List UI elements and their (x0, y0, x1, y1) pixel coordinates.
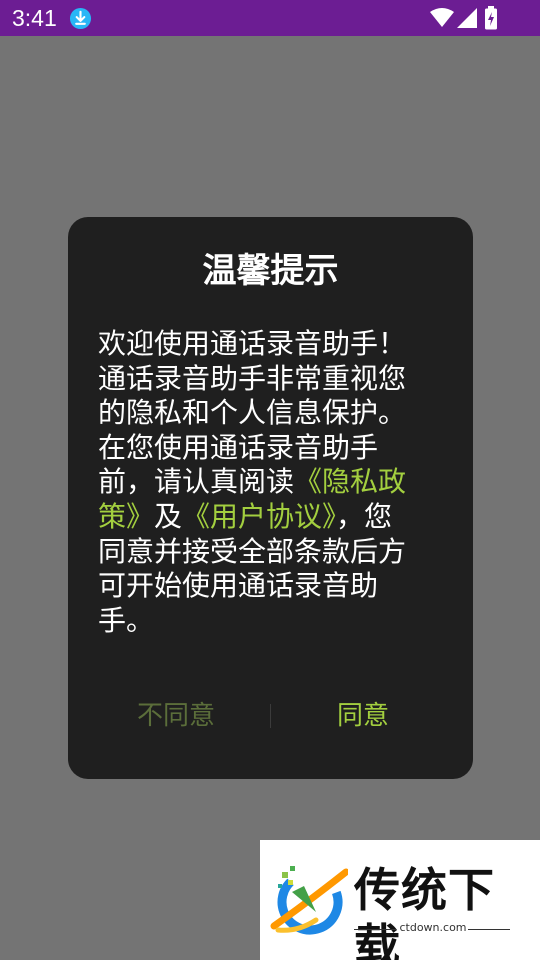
watermark-logo-icon (270, 866, 348, 935)
dialog-title: 温馨提示 (202, 251, 339, 291)
agree-button[interactable]: 同意 (303, 692, 423, 740)
privacy-dialog: 温馨提示 欢迎使用通话录音助手！通话录音助手非常重视您的隐私和个人信息保护。在您… (68, 217, 473, 779)
dialog-buttons: 不同意 同意 (68, 692, 473, 740)
signal-icon (457, 8, 477, 28)
battery-charging-icon (485, 6, 497, 30)
status-time: 3:41 (12, 5, 57, 31)
watermark: 传统下载 ctdown.com (260, 840, 540, 960)
status-bar: 3:41 (0, 0, 540, 36)
message-text-and: 及 (154, 499, 183, 533)
wifi-icon (430, 8, 454, 27)
screen: 3:41 温馨提示 欢迎使用通话录音助手！通话录音助手非常重视您的隐私和个人信息… (0, 0, 540, 960)
download-icon (69, 7, 92, 30)
watermark-name: 传统下载 (354, 863, 495, 960)
watermark-url: ctdown.com (399, 921, 467, 934)
disagree-button[interactable]: 不同意 (116, 692, 236, 740)
button-divider (270, 704, 271, 728)
dialog-message: 欢迎使用通话录音助手！通话录音助手非常重视您的隐私和个人信息保护。在您使用通话录… (98, 327, 418, 638)
watermark-line-right (468, 929, 510, 930)
user-agreement-link[interactable]: 《用户协议》 (182, 500, 336, 533)
